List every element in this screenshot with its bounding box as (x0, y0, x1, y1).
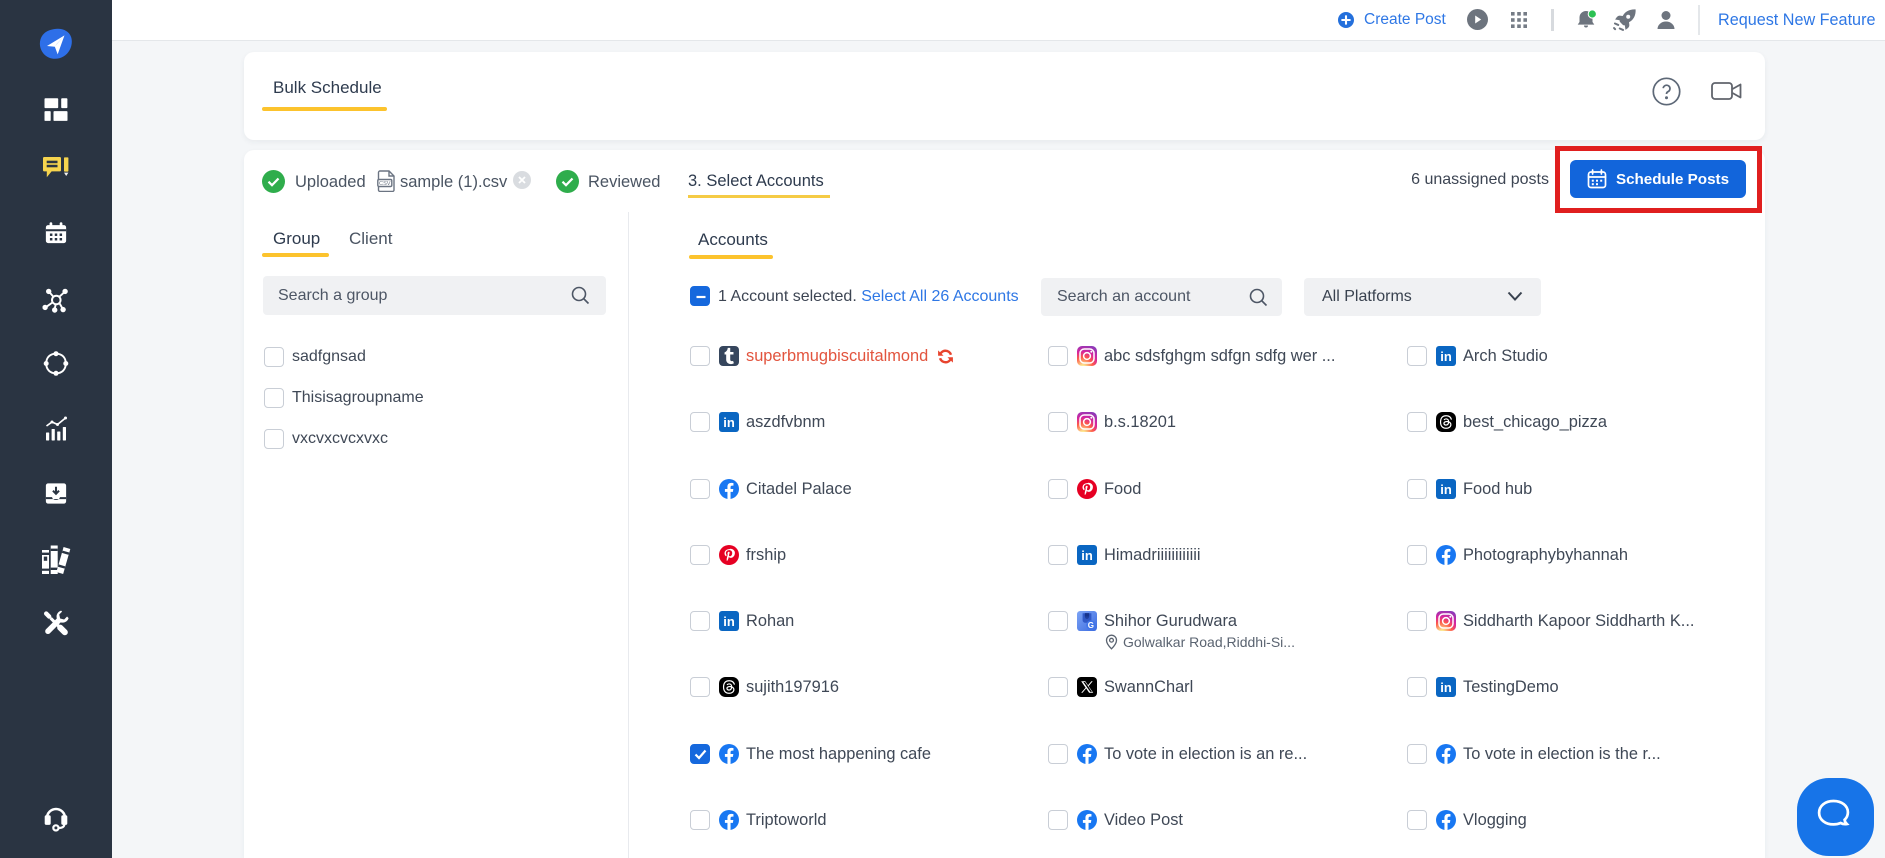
svg-text:in: in (723, 415, 735, 430)
svg-text:CSV: CSV (379, 181, 391, 187)
svg-text:in: in (723, 614, 735, 629)
svg-text:in: in (1440, 349, 1452, 364)
svg-text:in: in (1081, 548, 1093, 563)
svg-text:in: in (1440, 482, 1452, 497)
svg-text:in: in (1440, 680, 1452, 695)
svg-text:G: G (1088, 621, 1094, 630)
